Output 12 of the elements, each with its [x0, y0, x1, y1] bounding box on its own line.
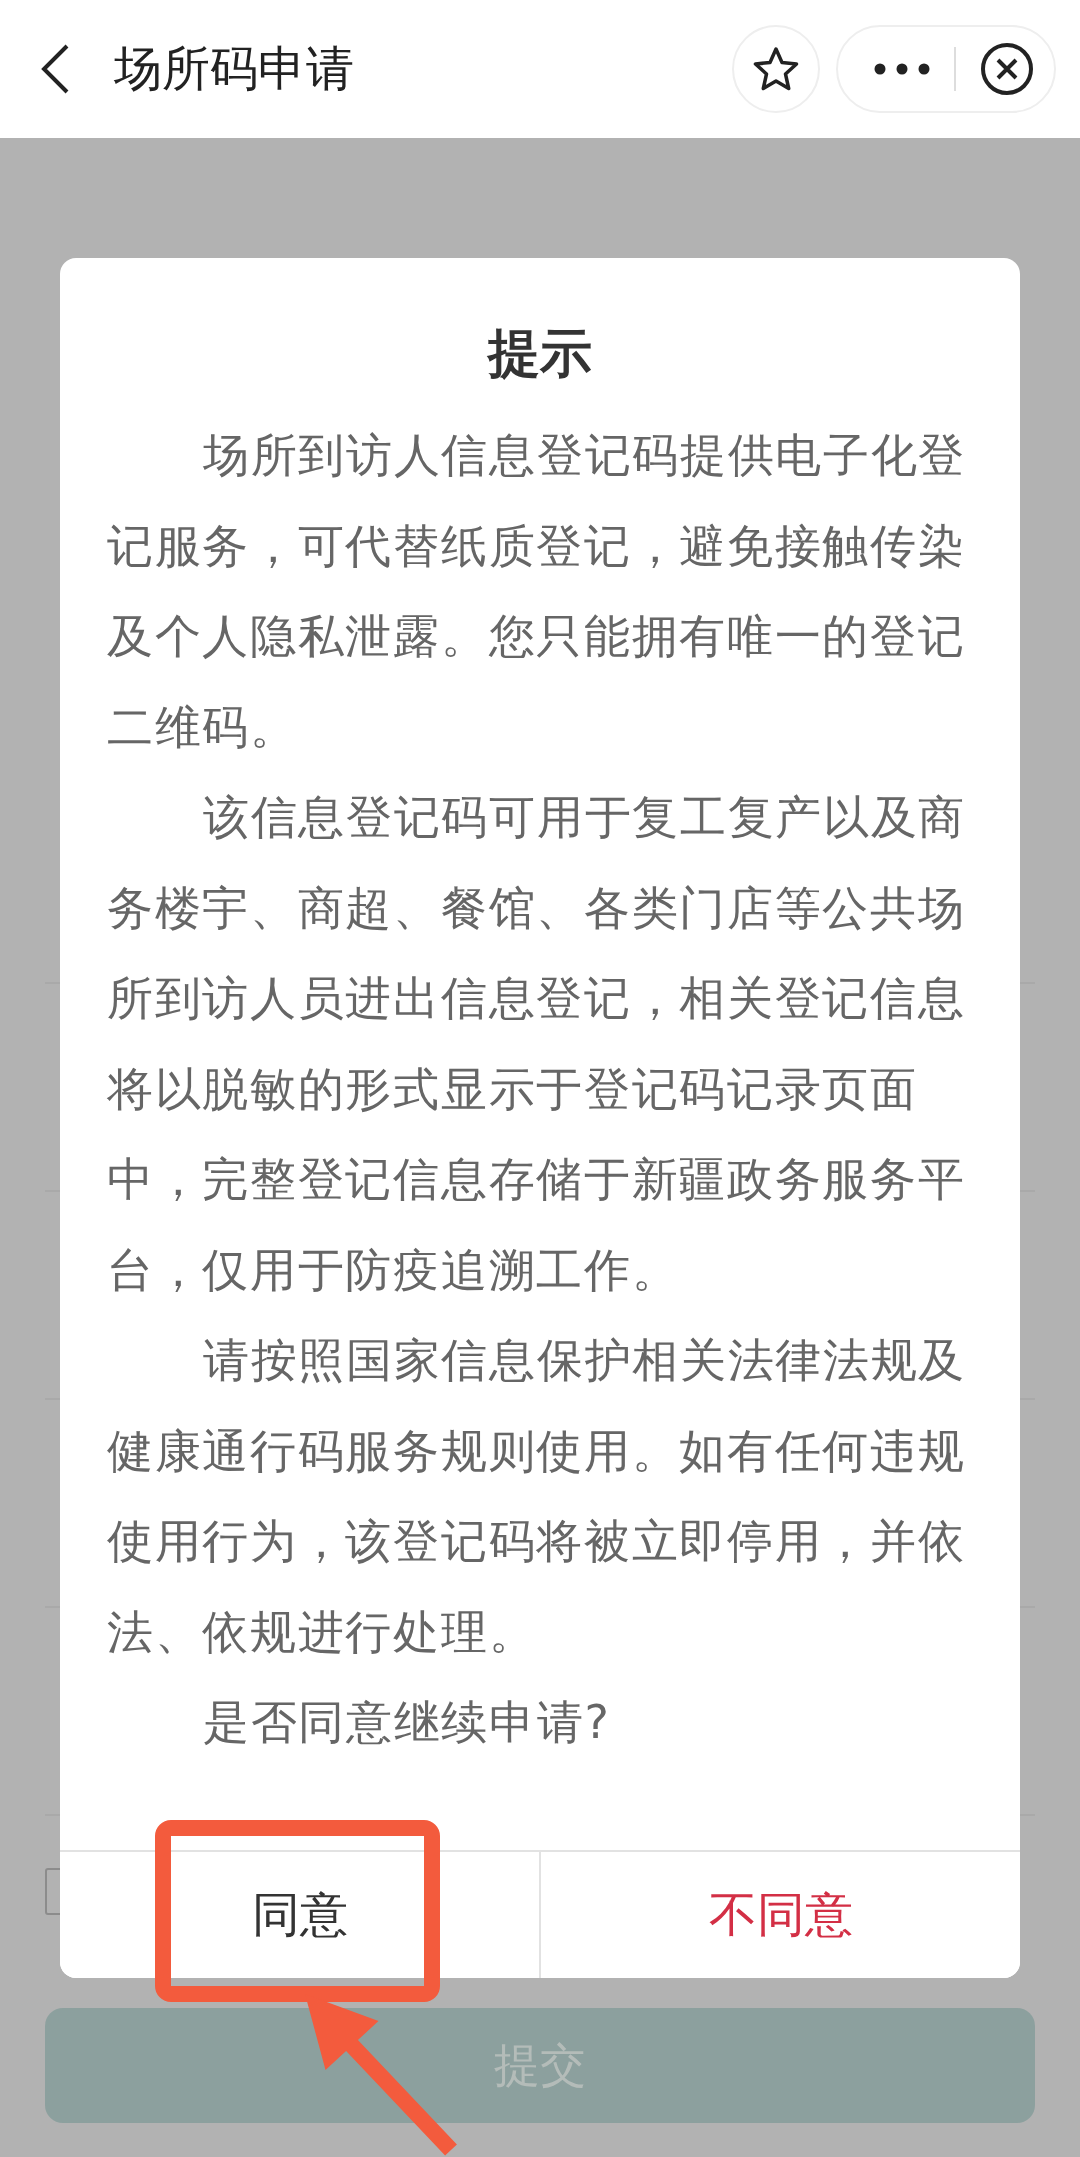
- close-icon[interactable]: [980, 42, 1034, 96]
- star-icon: [753, 46, 799, 92]
- dialog-paragraph: 请按照国家信息保护相关法律法规及健康通行码服务规则使用。如有任何违规使用行为，该登记码将被立即停用，并依法、依规进行处理。: [107, 1332, 968, 1661]
- more-icon[interactable]: [874, 63, 930, 75]
- dialog-paragraph: 是否同意继续申请?: [202, 1694, 612, 1751]
- page-title: 场所码申请: [114, 39, 355, 98]
- dialog-title: 提示: [486, 322, 593, 385]
- favorite-button[interactable]: [732, 25, 820, 113]
- back-icon[interactable]: [40, 43, 70, 95]
- dialog-paragraph: 该信息登记码可用于复工复产以及商务楼宇、商超、餐馆、各类门店等公共场所到访人员进出信息登记，相关登记信息将以脱敏的形式显示于登记码记录页面中，完整登记信息存储于新疆政务服务平台，仅用于防疫追溯工作。: [107, 789, 968, 1299]
- decline-button[interactable]: 不同意: [539, 1852, 1020, 1978]
- dialog-paragraph: 场所到访人信息登记码提供电子化登记服务，可代替纸质登记，避免接触传染及个人隐私泄露。您只能拥有唯一的登记二维码。: [107, 427, 968, 756]
